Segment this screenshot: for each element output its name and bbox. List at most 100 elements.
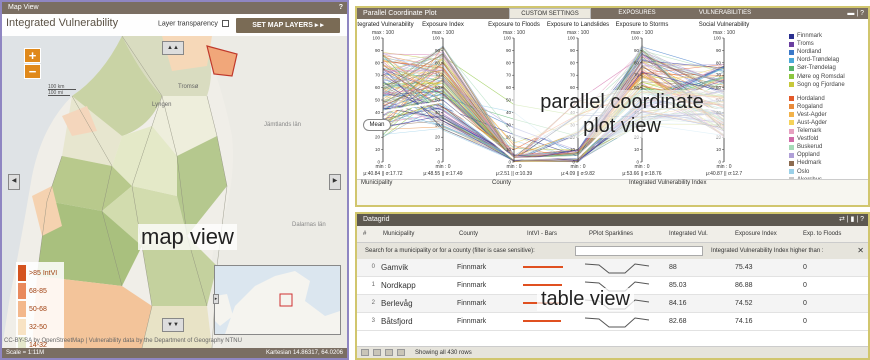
county-cell: Finnmark <box>457 300 487 307</box>
county-legend-item[interactable]: Hedmark <box>789 159 868 167</box>
floods-cell: 0 <box>803 300 807 307</box>
county-legend-item[interactable]: Vest-Agder <box>789 111 868 119</box>
map-legend: >85 IntVI68-8550-6832-5014-32<14 <box>16 262 64 358</box>
double-chevron-right-icon: ▸ ▸ <box>314 22 324 29</box>
pc-tick-label: 40 <box>375 110 381 115</box>
pc-bottom-label: Integrated Vulnerability Index <box>629 180 707 186</box>
zoom-in-button[interactable]: + <box>24 48 41 63</box>
column-header[interactable]: Integrated Vul. <box>669 231 708 237</box>
county-legend-item[interactable]: Hordaland <box>789 95 868 103</box>
county-legend-item[interactable]: Nord-Trøndelag <box>789 56 868 64</box>
pc-tick-label: 70 <box>570 73 576 78</box>
map-panel: Map View ? Tromsø Lyngen Jämtlands län D… <box>0 0 349 360</box>
county-name: Oppland <box>797 152 820 159</box>
pc-tick-label: 40 <box>506 110 512 115</box>
column-header[interactable]: Municipality <box>383 231 414 237</box>
pc-axis-title: Exposure Index <box>422 22 464 28</box>
pc-axis-stats: μ:40.87 || σ:12.7 <box>705 171 743 177</box>
map-scale-text: Scale = 1:11M <box>6 350 45 356</box>
zoom-out-button[interactable]: − <box>24 64 41 79</box>
place-label: Lyngen <box>152 102 171 108</box>
intvul-cell: 82.68 <box>669 318 687 325</box>
pan-down-button[interactable]: ▼▼ <box>162 318 184 332</box>
set-map-layers-label: SET MAP LAYERS <box>252 22 313 29</box>
set-map-layers-button[interactable]: SET MAP LAYERS ▸ ▸ <box>236 18 340 33</box>
table-view-annotation: table view <box>537 288 634 311</box>
layer-transparency-label: Layer transparency <box>158 20 218 28</box>
pc-tick-label: 40 <box>435 110 441 115</box>
last-page-button[interactable] <box>397 349 405 356</box>
column-header[interactable]: Exposure Index <box>735 231 777 237</box>
county-name: Rogaland <box>797 103 823 110</box>
county-legend-item[interactable]: Troms <box>789 40 868 48</box>
county-legend-item[interactable]: Oslo <box>789 168 868 176</box>
county-name: Hedmark <box>797 160 822 167</box>
pc-tick-label: 80 <box>506 60 512 65</box>
county-legend-item[interactable]: Aust-Agder <box>789 119 868 127</box>
table-row[interactable]: 3 Båtsfjord Finnmark 82.68 74.16 0 <box>357 313 868 331</box>
pc-tick-label: 10 <box>506 147 512 152</box>
county-legend-item[interactable]: Telemark <box>789 127 868 135</box>
pc-axis-title: Exposure to Landslides <box>546 22 610 28</box>
mean-button[interactable]: Mean <box>363 119 391 131</box>
prev-page-button[interactable] <box>373 349 381 356</box>
pc-axis-title: Exposure to Storms <box>615 22 669 28</box>
pc-tick-label: 50 <box>506 98 512 103</box>
pc-tick-label: 10 <box>435 147 441 152</box>
table-row[interactable]: 0 Gamvik Finnmark 88 75.43 0 <box>357 259 868 277</box>
intvul-cell: 85.03 <box>669 282 687 289</box>
scale-mi: 100 mi <box>48 90 70 96</box>
county-name: Møre og Romsdal <box>797 73 845 80</box>
pc-tick-label: 80 <box>716 60 722 65</box>
column-header[interactable]: Exp. to Floods <box>803 231 841 237</box>
pc-window-icons[interactable]: ▬ | ? <box>847 8 864 19</box>
pplot-sparkline <box>585 317 649 328</box>
pc-bottom-label: County <box>492 180 512 186</box>
pc-tick-label: 100 <box>432 36 440 41</box>
first-page-button[interactable] <box>361 349 369 356</box>
row-index: 0 <box>371 264 375 270</box>
column-header[interactable]: # <box>363 231 366 237</box>
pc-brush-bar[interactable]: Municipality County Integrated Vulnerabi… <box>357 179 868 205</box>
layer-transparency-control[interactable]: Layer transparency <box>158 20 229 27</box>
county-legend-item[interactable]: Rogaland <box>789 103 868 111</box>
intvul-cell: 88 <box>669 264 677 271</box>
column-header[interactable]: County <box>459 231 478 237</box>
close-icon[interactable]: ✕ <box>857 246 864 255</box>
county-legend-item[interactable]: Møre og Romsdal <box>789 72 868 80</box>
pc-tick-label: 80 <box>435 60 441 65</box>
overview-minimap[interactable]: ▸ <box>213 265 341 335</box>
municipality-cell: Berlevåg <box>381 299 413 308</box>
county-legend-item[interactable]: Sogn og Fjordane <box>789 81 868 89</box>
column-header[interactable]: IntVI - Bars <box>527 231 557 237</box>
county-legend-item[interactable]: Nordland <box>789 48 868 56</box>
pan-up-button[interactable]: ▲▲ <box>162 41 184 55</box>
county-swatch <box>789 160 794 166</box>
layer-transparency-checkbox[interactable] <box>221 20 229 27</box>
minimap-toggle-button[interactable]: ▸ <box>213 294 219 304</box>
search-input[interactable] <box>575 246 703 256</box>
legend-item: >85 IntVI <box>18 264 62 282</box>
county-legend-item[interactable]: Vestfold <box>789 135 868 143</box>
county-legend-item[interactable]: Buskerud <box>789 143 868 151</box>
pan-right-button[interactable]: ▶ <box>329 174 341 190</box>
pc-axis-min: min : 0 <box>570 164 586 170</box>
pc-axis-stats: μ:2.51 || σ:10.39 <box>495 171 533 177</box>
column-header[interactable]: PPlot Sparklines <box>589 231 633 237</box>
pc-tick-label: 100 <box>503 36 511 41</box>
pan-left-button[interactable]: ◀ <box>8 174 20 190</box>
county-legend-item[interactable]: Finnmark <box>789 32 868 40</box>
county-swatch <box>789 104 794 110</box>
county-legend: Finnmark Troms Nordland Nord-Trøndelag Sør-T… <box>789 32 868 192</box>
county-legend-item[interactable]: Oppland <box>789 151 868 159</box>
map-help-button[interactable]: ? <box>339 2 343 14</box>
legend-label: 68-85 <box>29 287 47 295</box>
pc-axis-stats: μ:53.66 || σ:18.76 <box>622 171 662 177</box>
county-name: Sogn og Fjordane <box>797 81 845 88</box>
county-legend-item[interactable]: Sør-Trøndelag <box>789 64 868 72</box>
pc-axis-stats: μ:48.55 || σ:17.49 <box>423 171 463 177</box>
pc-tick-label: 100 <box>631 36 639 41</box>
datagrid-window-icons[interactable]: ⇄ | ▮ | ? <box>839 214 864 226</box>
next-page-button[interactable] <box>385 349 393 356</box>
pc-tick-label: 90 <box>506 48 512 53</box>
